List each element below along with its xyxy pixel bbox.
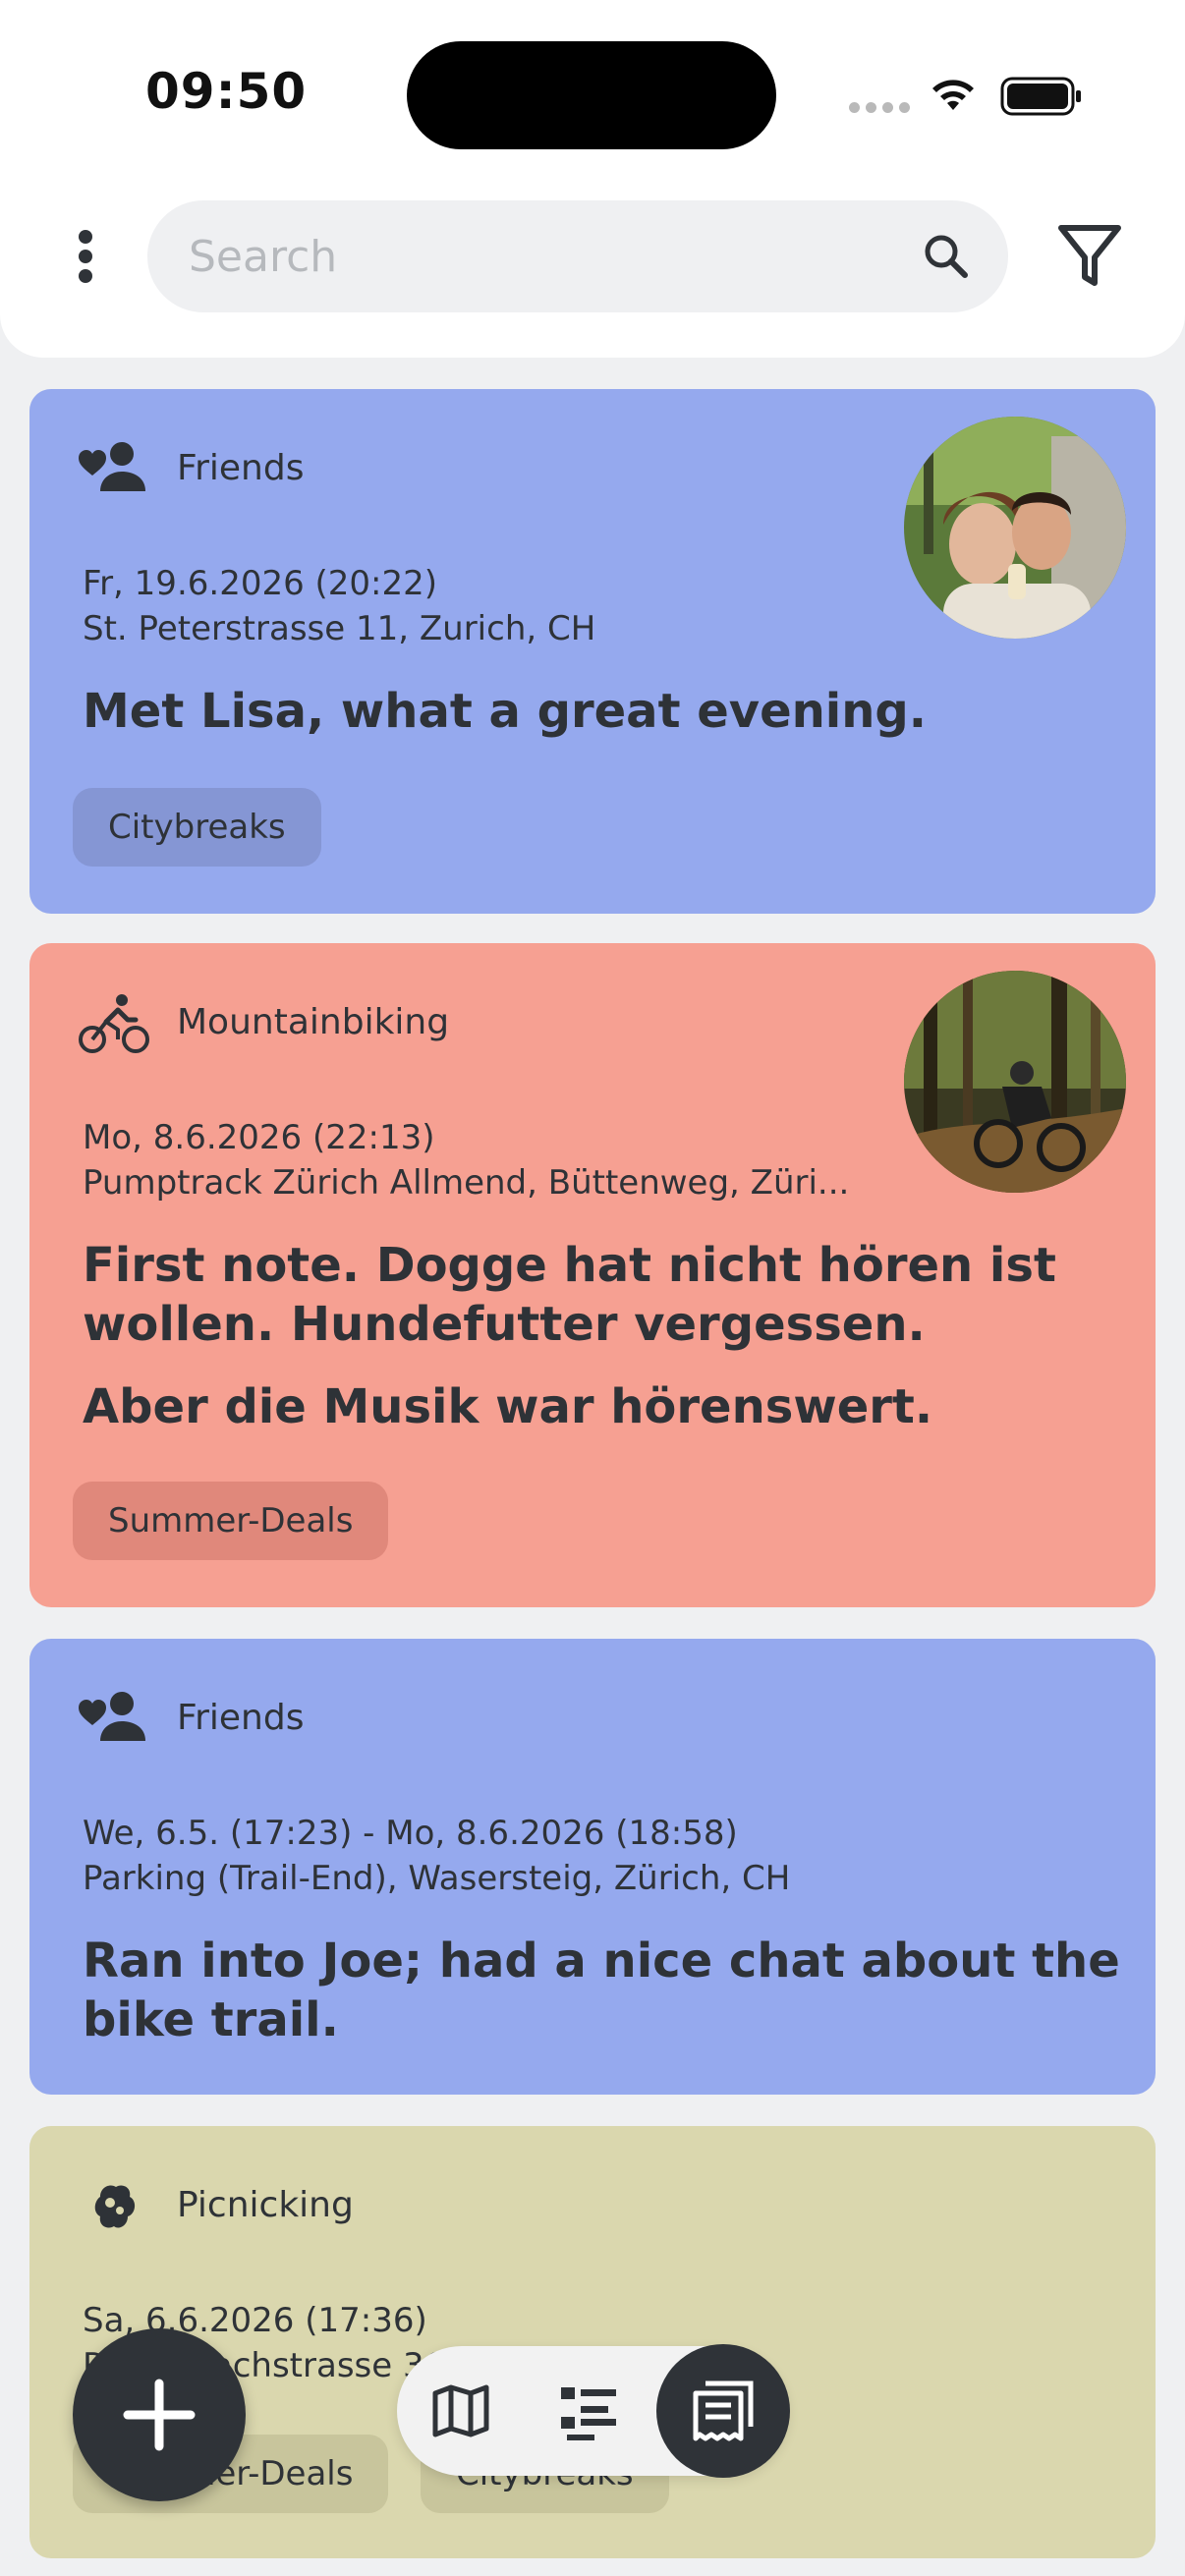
category-label: Mountainbiking — [177, 1002, 450, 1042]
notes-view-button[interactable] — [656, 2344, 790, 2478]
friends-heart-icon — [79, 442, 145, 491]
friends-heart-icon — [79, 1692, 145, 1741]
battery-icon — [1000, 77, 1081, 116]
notes-icon — [693, 2380, 754, 2441]
category-label: Friends — [177, 448, 305, 488]
status-time: 09:50 — [145, 63, 308, 120]
note-title: First note. Dogge hat nicht hören ist wo… — [83, 1238, 1056, 1352]
map-icon — [432, 2384, 489, 2437]
category-label: Friends — [177, 1698, 305, 1738]
view-switcher — [397, 2344, 790, 2478]
note-date: Fr, 19.6.2026 (20:22) — [83, 564, 438, 603]
note-title-line2: Aber die Musik war hörenswert. — [83, 1379, 933, 1434]
add-note-button[interactable] — [73, 2328, 246, 2501]
note-card[interactable]: Friends We, 6.5. (17:23) - Mo, 8.6.2026 … — [29, 1639, 1156, 2095]
picnic-icon — [94, 2185, 136, 2228]
note-card[interactable]: Friends Fr, 19.6.2026 (20:22) St. Peters… — [29, 389, 1156, 914]
dynamic-island — [407, 41, 776, 149]
note-location: Parking (Trail-End), Wasersteig, Zürich,… — [83, 1859, 791, 1898]
list-view-button[interactable] — [525, 2346, 652, 2476]
map-view-button[interactable] — [397, 2346, 525, 2476]
tag-chip[interactable]: Citybreaks — [73, 788, 321, 867]
note-date: Mo, 8.6.2026 (22:13) — [83, 1118, 435, 1157]
plus-icon — [123, 2379, 196, 2451]
list-icon — [561, 2387, 616, 2440]
note-title: Ran into Joe; had a nice chat about the … — [83, 1933, 1120, 2047]
filter-icon[interactable] — [1055, 220, 1124, 289]
note-date: We, 6.5. (17:23) - Mo, 8.6.2026 (18:58) — [83, 1814, 738, 1853]
search-bar — [147, 200, 1008, 312]
note-location: Pumptrack Zürich Allmend, Büttenweg, Zür… — [83, 1163, 850, 1203]
tag-chip[interactable]: Summer-Deals — [73, 1482, 389, 1560]
note-title: Met Lisa, what a great evening. — [83, 684, 928, 739]
more-menu-button[interactable] — [61, 222, 110, 291]
note-photo — [904, 971, 1126, 1193]
bike-icon — [79, 994, 149, 1053]
wifi-icon — [932, 80, 974, 110]
note-card[interactable]: Mountainbiking Mo, 8.6.2026 (22:13) Pump… — [29, 943, 1156, 1607]
search-input[interactable] — [189, 224, 876, 289]
note-photo — [904, 417, 1126, 639]
category-label: Picnicking — [177, 2185, 354, 2225]
search-icon[interactable] — [920, 230, 973, 283]
cellular-signal-icon — [849, 102, 910, 116]
top-bar: 09:50 — [0, 0, 1185, 358]
note-location: St. Peterstrasse 11, Zurich, CH — [83, 609, 596, 648]
